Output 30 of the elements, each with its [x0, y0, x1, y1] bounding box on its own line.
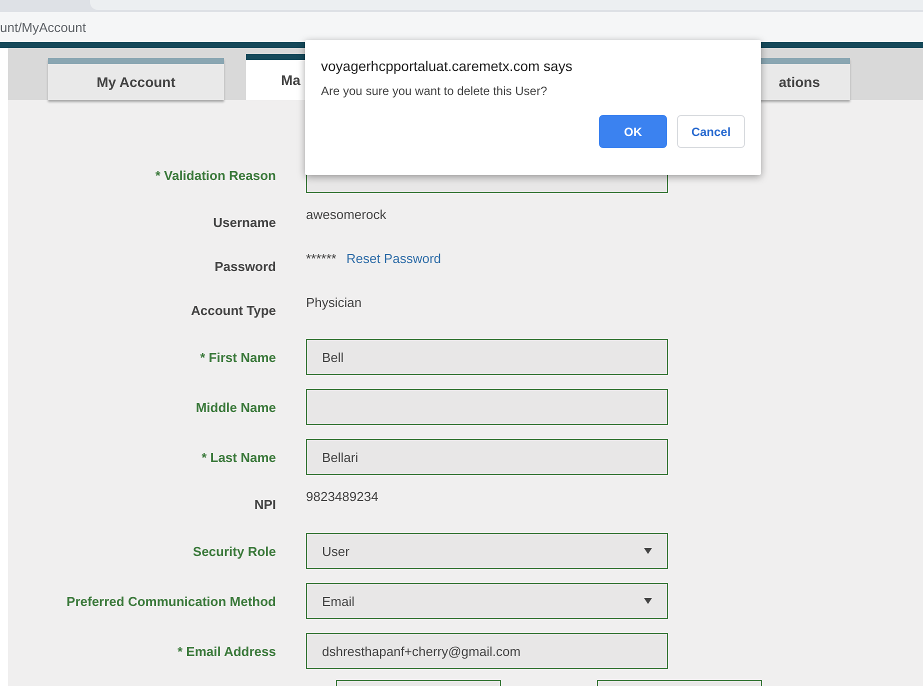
field-label: Password	[214, 258, 277, 274]
field-value: 9823489234	[306, 488, 378, 504]
dialog-message: Are you sure you want to delete this User?	[321, 84, 548, 98]
input-field[interactable]: Bell	[306, 339, 668, 375]
field-value: ******	[306, 250, 336, 266]
ok-button[interactable]: OK	[599, 115, 667, 148]
field-label: * Validation Reason	[154, 168, 277, 182]
input-field[interactable]	[306, 389, 668, 425]
cancel-button[interactable]: Cancel	[677, 115, 745, 148]
field-label: NPI	[253, 496, 277, 512]
select-field[interactable]: User	[306, 533, 668, 569]
select-field[interactable]: Email	[306, 583, 668, 619]
field-label: Security Role	[192, 544, 277, 558]
field-value: awesomerock	[306, 206, 386, 222]
dialog-title: voyagerhcpportaluat.caremetx.com says	[321, 58, 574, 74]
address-bar-url[interactable]: unt/MyAccount	[0, 20, 86, 34]
field-label: Username	[212, 214, 277, 230]
reset-password-link[interactable]: Reset Password	[346, 250, 442, 266]
input-field[interactable]: Bellari	[306, 439, 668, 475]
caret-icon	[644, 548, 652, 554]
input-field[interactable]: dshresthapanf+cherry@gmail.com	[306, 633, 668, 669]
field-label: Account Type	[190, 302, 277, 318]
field-value: Physician	[306, 294, 362, 310]
field-label: Middle Name	[194, 400, 277, 414]
field-label: * First Name	[199, 350, 277, 364]
field-label: Preferred Communication Method	[66, 594, 277, 608]
field-label: * Last Name	[200, 450, 277, 464]
tab[interactable]: My Account	[48, 58, 224, 100]
caret-icon	[644, 598, 652, 604]
field-label: * Email Address	[176, 644, 277, 658]
